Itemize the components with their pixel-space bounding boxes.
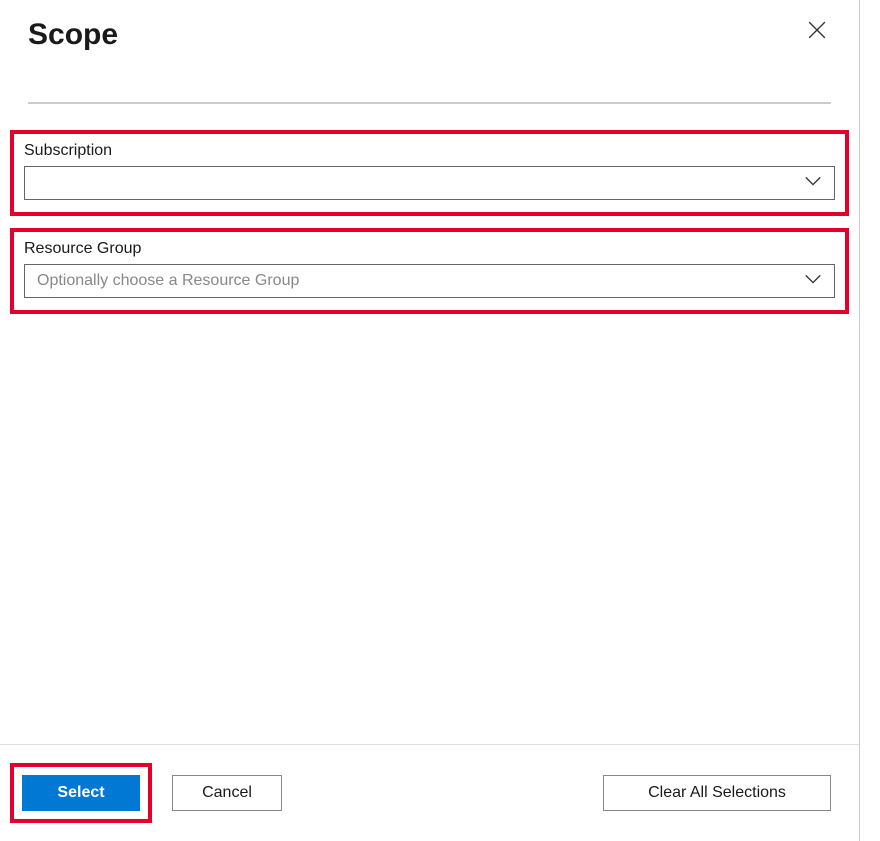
resource-group-highlight: Resource Group Optionally choose a Resou… (10, 228, 849, 314)
panel-header: Scope (0, 0, 859, 52)
resource-group-placeholder: Optionally choose a Resource Group (37, 272, 299, 290)
form-area: Subscription Resource Group Optionally c… (0, 104, 859, 314)
chevron-down-icon (804, 174, 822, 192)
scope-panel: Scope Subscription R (0, 0, 860, 841)
clear-all-button[interactable]: Clear All Selections (603, 775, 831, 811)
chevron-down-icon (804, 272, 822, 290)
panel-title: Scope (28, 18, 118, 52)
resource-group-label: Resource Group (24, 240, 835, 258)
select-button[interactable]: Select (22, 775, 140, 811)
cancel-button[interactable]: Cancel (172, 775, 282, 811)
panel-footer: Select Cancel Clear All Selections (0, 744, 859, 841)
subscription-dropdown[interactable] (24, 166, 835, 200)
close-icon (808, 21, 826, 44)
close-button[interactable] (803, 18, 831, 46)
resource-group-dropdown[interactable]: Optionally choose a Resource Group (24, 264, 835, 298)
subscription-label: Subscription (24, 142, 835, 160)
subscription-highlight: Subscription (10, 130, 849, 216)
select-highlight: Select (10, 763, 152, 823)
